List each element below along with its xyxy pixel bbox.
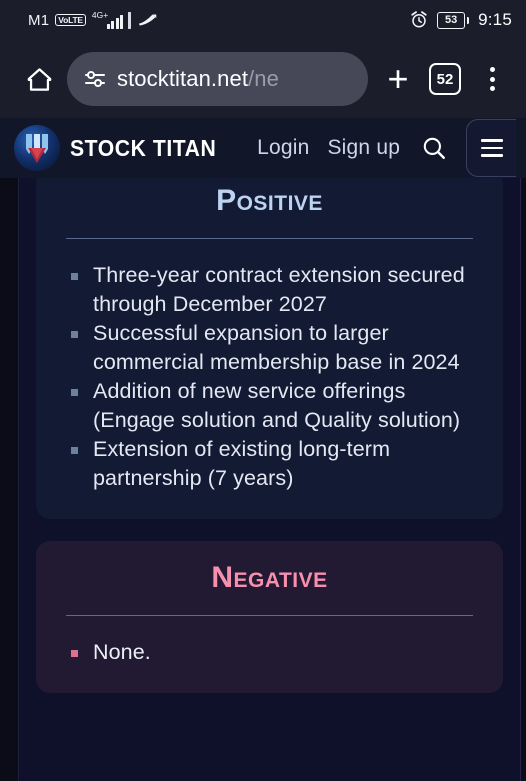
negative-bullet-list: None. xyxy=(58,638,481,667)
battery-indicator: 53 xyxy=(437,11,470,29)
hamburger-line xyxy=(480,139,503,142)
tab-counter-icon: 52 xyxy=(429,63,461,95)
clock-label: 9:15 xyxy=(478,10,512,29)
tab-switcher-button[interactable]: 52 xyxy=(422,56,468,102)
list-item: Extension of existing long-term partners… xyxy=(67,435,481,493)
home-icon xyxy=(27,67,51,91)
status-bar-left: M1 VoLTE 4G+ xyxy=(28,11,159,29)
negative-card-divider xyxy=(66,615,473,616)
positive-card: Positive Three-year contract extension s… xyxy=(36,178,503,519)
login-link[interactable]: Login xyxy=(257,136,309,160)
signal-strength-icon: 4G+ xyxy=(92,11,132,29)
signal-bars-secondary xyxy=(127,11,132,29)
site-header: STOCK TITAN Login Sign up xyxy=(0,118,526,178)
battery-percent-label: 53 xyxy=(444,13,458,26)
new-tab-button[interactable]: + xyxy=(378,58,418,100)
page-content: Positive Three-year contract extension s… xyxy=(0,178,526,781)
overflow-menu-icon xyxy=(489,67,495,91)
list-item: Addition of new service offerings (Engag… xyxy=(67,377,481,435)
status-bar: M1 VoLTE 4G+ 53 9:15 xyxy=(0,0,526,40)
search-icon xyxy=(423,137,446,159)
search-button[interactable] xyxy=(412,126,456,170)
list-item: Successful expansion to larger commercia… xyxy=(67,319,481,377)
home-button[interactable] xyxy=(18,58,60,100)
signal-bars xyxy=(106,11,124,29)
tab-count-label: 52 xyxy=(436,70,454,88)
url-bar[interactable]: stocktitan.net/ne xyxy=(67,52,368,106)
site-settings-tune-icon[interactable] xyxy=(83,67,107,91)
list-item: None. xyxy=(67,638,481,667)
phone-screen: M1 VoLTE 4G+ 53 9:15 stocktitan.net/ne +… xyxy=(0,0,526,781)
network-type-label: 4G+ xyxy=(91,10,109,20)
brand-name[interactable]: STOCK TITAN xyxy=(70,135,216,162)
battery-body: 53 xyxy=(437,11,466,29)
url-text: stocktitan.net/ne xyxy=(117,66,279,92)
data-saver-icon xyxy=(137,12,159,28)
article-container: Positive Three-year contract extension s… xyxy=(18,178,521,781)
browser-toolbar: stocktitan.net/ne + 52 xyxy=(0,40,526,118)
status-bar-right: 53 9:15 xyxy=(410,10,512,30)
negative-card: Negative None. xyxy=(36,541,503,693)
positive-bullet-list: Three-year contract extension secured th… xyxy=(58,261,481,493)
url-path: /ne xyxy=(248,66,279,91)
plus-icon: + xyxy=(387,58,409,99)
carrier-label: M1 xyxy=(28,11,50,29)
hamburger-menu-button[interactable] xyxy=(466,119,517,177)
positive-card-title: Positive xyxy=(216,184,323,217)
url-domain: stocktitan.net xyxy=(117,66,249,91)
stock-titan-logo-icon[interactable] xyxy=(14,125,60,171)
volte-badge: VoLTE xyxy=(55,14,86,26)
list-item: Three-year contract extension secured th… xyxy=(67,261,481,319)
hamburger-line xyxy=(480,146,503,150)
positive-card-divider xyxy=(66,238,473,239)
alarm-clock-icon xyxy=(410,11,428,29)
battery-tip xyxy=(466,16,470,24)
negative-card-title: Negative xyxy=(211,561,328,594)
signup-link[interactable]: Sign up xyxy=(327,136,400,160)
browser-menu-button[interactable] xyxy=(472,58,512,100)
hamburger-line xyxy=(480,154,503,157)
